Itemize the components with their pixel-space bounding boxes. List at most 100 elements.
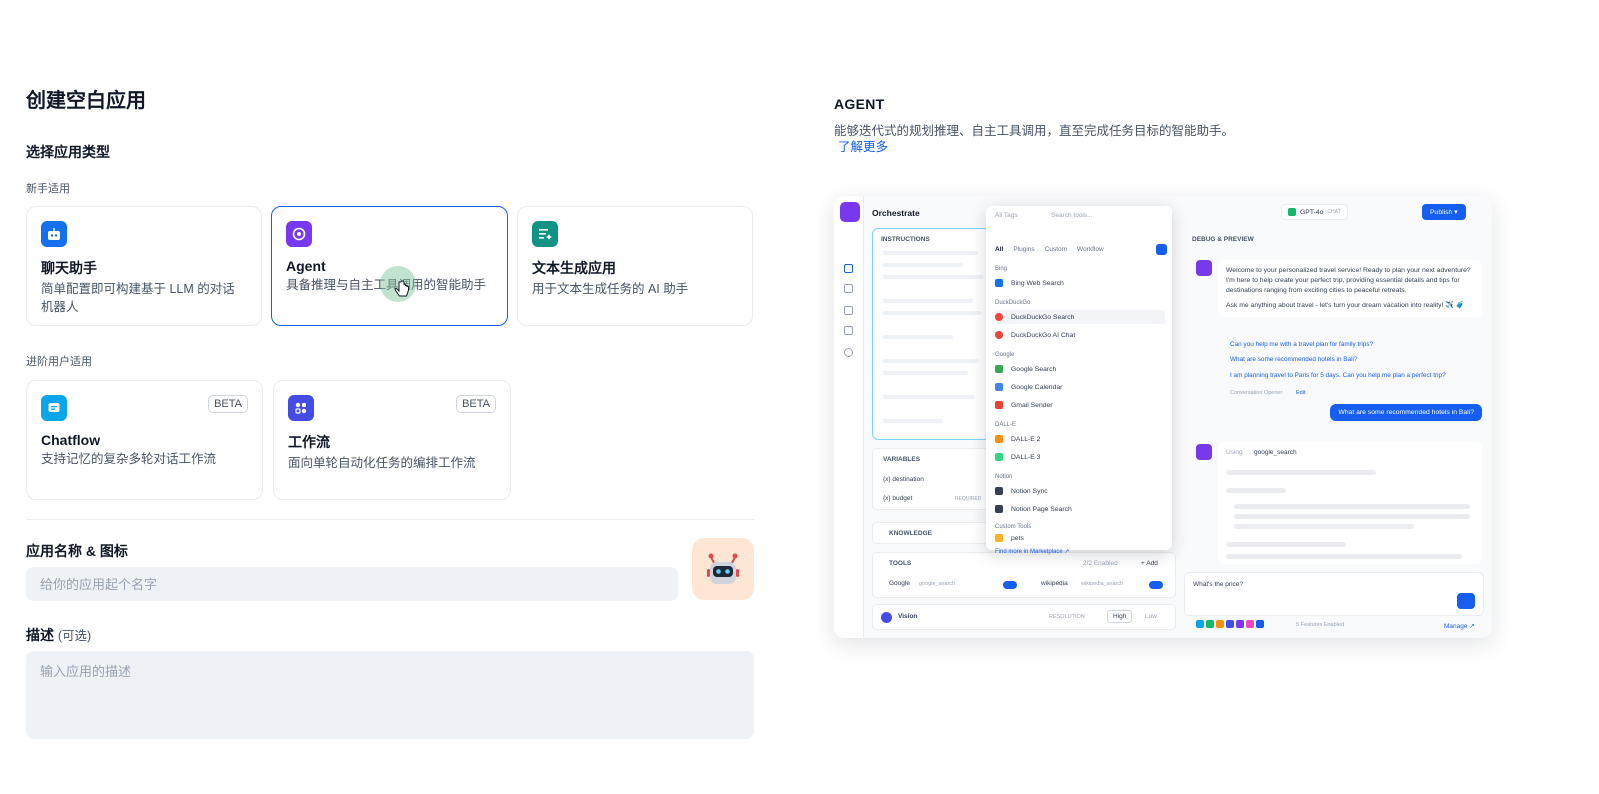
app-desc-textarea[interactable] xyxy=(26,651,754,739)
learn-more-link[interactable]: 了解更多 xyxy=(838,136,888,155)
group-dalle: DALL-E xyxy=(995,422,1017,428)
app-name-input[interactable] xyxy=(26,567,678,601)
robot-icon xyxy=(707,553,739,584)
tool-item: DALL-E 2 xyxy=(995,432,1165,446)
chat-input: What's the price? xyxy=(1184,572,1484,616)
model-icon xyxy=(1288,208,1296,216)
app-type-card-workflow[interactable]: BETA 工作流 面向单轮自动化任务的编排工作流 xyxy=(273,380,511,500)
preview-sidebar xyxy=(834,196,864,638)
required-tag: REQUIRED xyxy=(955,496,982,502)
answer-bubble: Using google_search xyxy=(1218,442,1482,564)
instructions-label: INSTRUCTIONS xyxy=(881,236,930,243)
tab-custom: Custom xyxy=(1044,246,1068,253)
chat-input-text: What's the price? xyxy=(1193,581,1244,588)
features-enabled: 5 Features Enabled xyxy=(1296,622,1345,628)
desc-label-text: 描述 xyxy=(26,627,54,643)
beginner-label: 新手适用 xyxy=(26,183,70,195)
card-name: 文本生成应用 xyxy=(532,260,616,276)
tool-item: pets xyxy=(995,533,1165,543)
tool-wikipedia-sub: wikipedia_search xyxy=(1081,581,1124,587)
tool-item: DuckDuckGo AI Chat xyxy=(995,328,1165,342)
debug-preview-label: DEBUG & PREVIEW xyxy=(1192,236,1254,243)
app-type-card-chatbot[interactable]: 聊天助手 简单配置即可构建基于 LLM 的对话机器人 xyxy=(26,206,262,326)
app-type-card-agent[interactable]: Agent 具备推理与自主工具调用的智能助手 xyxy=(271,206,508,326)
tools-panel: TOOLS 2/2 Enabled + Add Google google_se… xyxy=(872,552,1176,598)
marketplace-link: Find more in Marketplace ↗ xyxy=(995,549,1070,555)
variables-label: VARIABLES xyxy=(883,456,921,463)
opener-edit: Edit xyxy=(1296,390,1306,396)
tool-search: Search tools... xyxy=(1051,212,1093,219)
app-name-label: 应用名称 & 图标 xyxy=(26,543,128,559)
tool-google-toggle xyxy=(1003,581,1017,589)
tool-item: Notion Page Search xyxy=(995,502,1165,516)
ask-text: Ask me anything about travel - let's tur… xyxy=(1226,302,1465,309)
app-logo-icon xyxy=(840,202,860,222)
preview-header: Orchestrate xyxy=(872,208,920,218)
resolution-high: High xyxy=(1107,610,1133,623)
tool-item: DuckDuckGo Search xyxy=(995,310,1165,324)
feature-icons xyxy=(1196,620,1286,630)
card-desc: 简单配置即可构建基于 LLM 的对话机器人 xyxy=(41,282,235,314)
user-message: What are some recommended hotels in Bali… xyxy=(1330,404,1482,421)
create-app-form: 创建空白应用 选择应用类型 新手适用 聊天助手 简单配置即可构建基于 LLM 的… xyxy=(0,0,790,794)
knowledge-panel: KNOWLEDGE xyxy=(872,522,990,544)
group-bing: Bing xyxy=(995,266,1008,272)
hand-cursor-icon xyxy=(394,280,409,297)
knowledge-label: KNOWLEDGE xyxy=(889,530,932,537)
send-icon xyxy=(1457,593,1475,609)
tool-item: Google Calendar xyxy=(995,380,1165,394)
group-custom: Custom Tools xyxy=(995,524,1032,530)
using-tool: google_search xyxy=(1254,449,1297,456)
variables-panel: VARIABLES {x} destination {x} budget REQ… xyxy=(872,448,990,510)
app-icon-picker[interactable] xyxy=(692,538,754,600)
tool-item: Google Search xyxy=(995,362,1165,376)
vision-panel: Vision RESOLUTION High Low xyxy=(872,604,1176,630)
tool-item: Gmail Sender xyxy=(995,398,1165,412)
app-type-card-chatflow[interactable]: BETA Chatflow 支持记忆的复杂多轮对话工作流 xyxy=(26,380,263,500)
add-tool-button: + Add xyxy=(1141,560,1158,567)
agent-preview-image: Orchestrate INSTRUCTIONS VARIABLES {x} d… xyxy=(834,196,1492,638)
chat-bot-icon xyxy=(41,221,67,247)
welcome-text: Welcome to your personalized travel serv… xyxy=(1226,267,1471,294)
detail-desc: 能够迭代式的规划推理、自主工具调用，直至完成任务目标的智能助手。 xyxy=(834,124,1235,138)
logs-icon xyxy=(844,306,853,315)
welcome-bubble: Welcome to your personalized travel serv… xyxy=(1218,260,1482,317)
card-desc: 支持记忆的复杂多轮对话工作流 xyxy=(41,452,217,466)
suggested-question: What are some recommended hotels in Bali… xyxy=(1230,356,1358,363)
advanced-label: 进阶用户适用 xyxy=(26,356,92,368)
bot-avatar xyxy=(1196,260,1212,276)
terminal-icon xyxy=(844,284,853,293)
page-title: 创建空白应用 xyxy=(26,90,146,112)
using-label: Using xyxy=(1226,449,1243,456)
resolution-low: Low xyxy=(1145,613,1157,620)
tool-item: DALL-E 3 xyxy=(995,450,1165,464)
detail-title: AGENT xyxy=(834,96,885,112)
suggested-question: I am planning travel to Paris for 5 days… xyxy=(1230,372,1446,379)
tab-plugins: Plugins xyxy=(1013,246,1035,253)
model-tag: CHAT xyxy=(1327,209,1341,215)
tool-item: Bing Web Search xyxy=(995,276,1165,290)
chatflow-icon xyxy=(41,395,67,421)
variable-destination: {x} destination xyxy=(883,476,924,483)
tool-wikipedia-toggle xyxy=(1149,581,1163,589)
text-generation-icon xyxy=(532,221,558,247)
group-ddg: DuckDuckGo xyxy=(995,300,1031,306)
suggested-question: Can you help me with a travel plan for f… xyxy=(1230,341,1374,348)
tool-google: Google xyxy=(889,580,910,587)
card-name: 工作流 xyxy=(288,434,330,450)
card-desc: 面向单轮自动化任务的编排工作流 xyxy=(288,456,476,470)
instructions-box: INSTRUCTIONS xyxy=(872,228,990,440)
bot-avatar xyxy=(1196,444,1212,460)
card-desc: 用于文本生成任务的 AI 助手 xyxy=(532,282,689,296)
annotation-icon xyxy=(844,326,853,335)
tab-workflow: Workflow xyxy=(1077,246,1104,253)
card-name: Chatflow xyxy=(41,432,101,448)
app-type-card-completion[interactable]: 文本生成应用 用于文本生成任务的 AI 助手 xyxy=(517,206,753,326)
tool-google-sub: google_search xyxy=(919,581,956,587)
tool-tabs: All Plugins Custom Workflow xyxy=(995,246,1104,253)
variable-budget: {x} budget xyxy=(883,495,913,502)
orchestrate-icon xyxy=(844,264,853,273)
publish-button: Publish ▾ xyxy=(1422,204,1466,220)
beta-badge: BETA xyxy=(208,395,248,413)
vision-icon xyxy=(881,612,892,623)
